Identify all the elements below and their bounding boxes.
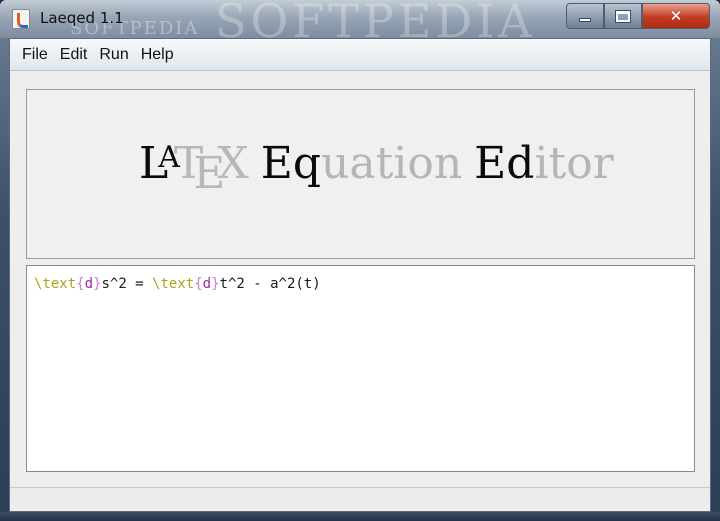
equation-preview-panel: L A T E X Eq uation Ed itor [26,89,695,259]
title-word-equation-bold: Eq [260,138,321,189]
menu-help[interactable]: Help [135,39,180,71]
menu-file[interactable]: File [16,39,54,71]
preview-render: L A T E X Eq uation Ed itor [139,138,614,208]
editor-token-arg: d [202,276,212,292]
status-bar [10,487,710,511]
title-word-equation-light: uation [321,138,463,189]
window-bottom-frame [0,512,720,521]
menu-run[interactable]: Run [93,39,134,71]
editor-token-brace: } [211,276,220,292]
app-window: SOFTPEDIA SOFTPEDIA Laeqed 1.1 ✕ File Ed… [0,0,720,521]
latex-source-editor[interactable]: \text{d}s^2 = \text{d}t^2 - a^2(t) [26,265,695,472]
latex-logo-e: E [193,148,226,199]
latex-logo-a: A [158,140,180,175]
title-bar[interactable]: SOFTPEDIA SOFTPEDIA Laeqed 1.1 ✕ [0,0,720,48]
editor-token-cmd: \text [34,276,77,292]
client-area: File Edit Run Help L A T E X Eq uation Ed… [9,38,711,512]
window-title: Laeqed 1.1 [40,9,124,27]
editor-token-cmd: \text [152,276,195,292]
editor-token-brace: { [194,276,203,292]
close-button[interactable]: ✕ [642,3,710,29]
editor-token-brace: { [76,276,85,292]
title-word-editor-bold: Ed [474,138,535,189]
minimize-button[interactable] [566,3,604,29]
title-word-editor-light: itor [534,138,614,189]
close-icon: ✕ [669,7,683,25]
menu-bar: File Edit Run Help [10,39,710,71]
maximize-button[interactable] [604,3,642,29]
menu-edit[interactable]: Edit [54,39,94,71]
editor-token-plain: s^2 = [101,276,153,292]
maximize-icon [615,9,631,23]
java-app-icon [12,9,30,29]
editor-token-plain: t^2 - a^2(t) [219,276,321,292]
editor-token-arg: d [84,276,94,292]
minimize-icon [579,18,591,22]
